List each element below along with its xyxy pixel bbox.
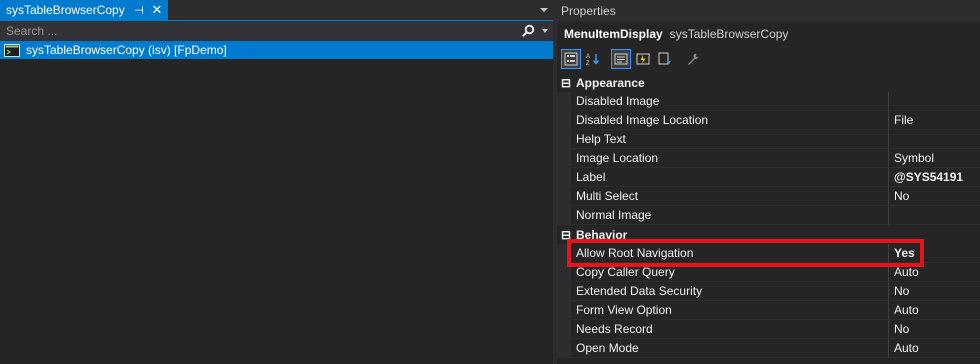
events-button[interactable] xyxy=(633,49,653,69)
svg-text:Z: Z xyxy=(586,61,590,66)
document-tab[interactable]: sysTableBrowserCopy ⊣ ✕ xyxy=(0,0,168,20)
search-bar xyxy=(0,21,553,41)
properties-pane: Properties MenuItemDisplay sysTableBrows… xyxy=(557,0,980,364)
property-name: Disabled Image Location xyxy=(571,111,888,130)
property-name: Help Text xyxy=(571,130,888,149)
property-name: Image Location xyxy=(571,149,888,168)
property-value[interactable]: No xyxy=(888,187,980,206)
property-value[interactable]: File xyxy=(888,111,980,130)
properties-button[interactable] xyxy=(611,49,631,69)
search-input[interactable] xyxy=(6,24,517,38)
property-value[interactable]: Symbol xyxy=(888,149,980,168)
property-value[interactable]: @SYS54191 xyxy=(888,168,980,187)
svg-text:A: A xyxy=(586,54,590,60)
property-row-multi-select[interactable]: Multi Select No xyxy=(557,187,980,206)
menu-item-display-icon xyxy=(4,43,20,57)
close-icon[interactable]: ✕ xyxy=(150,2,164,18)
alphabetical-view-button[interactable]: A Z xyxy=(583,49,603,69)
property-value[interactable]: No xyxy=(888,320,980,339)
property-row-needs-record[interactable]: Needs Record No xyxy=(557,320,980,339)
property-name: Disabled Image xyxy=(571,92,888,111)
properties-title-bar: Properties xyxy=(557,0,980,22)
property-value[interactable] xyxy=(888,92,980,111)
document-tab-title: sysTableBrowserCopy xyxy=(6,3,125,17)
category-label: Appearance xyxy=(576,75,645,90)
property-name: Normal Image xyxy=(571,206,888,225)
property-value[interactable] xyxy=(888,206,980,225)
categorized-view-button[interactable] xyxy=(561,49,581,69)
object-tree: sysTableBrowserCopy (isv) [FpDemo] xyxy=(0,41,553,59)
events-icon xyxy=(636,53,650,65)
property-name: Multi Select xyxy=(571,187,888,206)
selected-object-bar[interactable]: MenuItemDisplay sysTableBrowserCopy xyxy=(557,22,980,46)
property-row-copy-caller-query[interactable]: Copy Caller Query Auto xyxy=(557,263,980,282)
category-label: Behavior xyxy=(576,227,628,242)
search-options-dropdown-icon[interactable] xyxy=(539,21,551,41)
category-behavior[interactable]: ⊟ Behavior xyxy=(557,225,980,244)
property-value[interactable]: Auto xyxy=(888,301,980,320)
property-value[interactable]: No xyxy=(888,282,980,301)
property-row-help-text[interactable]: Help Text xyxy=(557,130,980,149)
property-pages-icon xyxy=(658,52,671,65)
categorized-icon xyxy=(564,52,578,66)
property-row-allow-root-navigation[interactable]: Allow Root Navigation Yes xyxy=(557,244,980,263)
document-tab-strip: sysTableBrowserCopy ⊣ ✕ xyxy=(0,0,553,21)
sort-az-icon: A Z xyxy=(586,54,600,66)
property-name: Copy Caller Query xyxy=(571,263,888,282)
wrench-icon xyxy=(688,53,699,65)
property-row-image-location[interactable]: Image Location Symbol xyxy=(557,149,980,168)
property-name: Extended Data Security xyxy=(571,282,888,301)
properties-title: Properties xyxy=(561,4,616,18)
property-row-normal-image[interactable]: Normal Image xyxy=(557,206,980,225)
search-icon[interactable] xyxy=(517,21,539,41)
object-name-label: sysTableBrowserCopy xyxy=(669,27,789,41)
collapse-icon[interactable]: ⊟ xyxy=(559,73,573,92)
property-grid: ⊟ Appearance Disabled Image Disabled Ima… xyxy=(557,73,980,358)
tree-item-systablebrowsercopy[interactable]: sysTableBrowserCopy (isv) [FpDemo] xyxy=(0,41,553,59)
property-name: Form View Option xyxy=(571,301,888,320)
properties-toolbar: A Z xyxy=(557,46,980,72)
property-value[interactable]: Yes xyxy=(888,244,980,263)
property-row-form-view-option[interactable]: Form View Option Auto xyxy=(557,301,980,320)
pin-icon[interactable]: ⊣ xyxy=(132,4,146,17)
property-value[interactable]: Auto xyxy=(888,263,980,282)
tree-item-label: sysTableBrowserCopy (isv) [FpDemo] xyxy=(26,43,227,57)
property-row-extended-data-security[interactable]: Extended Data Security No xyxy=(557,282,980,301)
property-name: Needs Record xyxy=(571,320,888,339)
collapse-icon[interactable]: ⊟ xyxy=(559,225,573,244)
object-type-label: MenuItemDisplay xyxy=(564,27,663,41)
property-row-label[interactable]: Label @SYS54191 xyxy=(557,168,980,187)
property-name: Label xyxy=(571,168,888,187)
properties-icon xyxy=(614,53,628,65)
property-name: Open Mode xyxy=(571,339,888,358)
solution-tree-pane: sysTableBrowserCopy ⊣ ✕ sysTableBrows xyxy=(0,0,553,364)
tab-list-dropdown-icon[interactable] xyxy=(538,4,550,16)
property-row-disabled-image[interactable]: Disabled Image xyxy=(557,92,980,111)
settings-button[interactable] xyxy=(683,49,703,69)
property-name: Allow Root Navigation xyxy=(571,244,888,263)
property-row-open-mode[interactable]: Open Mode Auto xyxy=(557,339,980,358)
property-pages-button[interactable] xyxy=(655,49,675,69)
category-appearance[interactable]: ⊟ Appearance xyxy=(557,73,980,92)
property-value[interactable] xyxy=(888,130,980,149)
property-value[interactable]: Auto xyxy=(888,339,980,358)
property-row-disabled-image-location[interactable]: Disabled Image Location File xyxy=(557,111,980,130)
